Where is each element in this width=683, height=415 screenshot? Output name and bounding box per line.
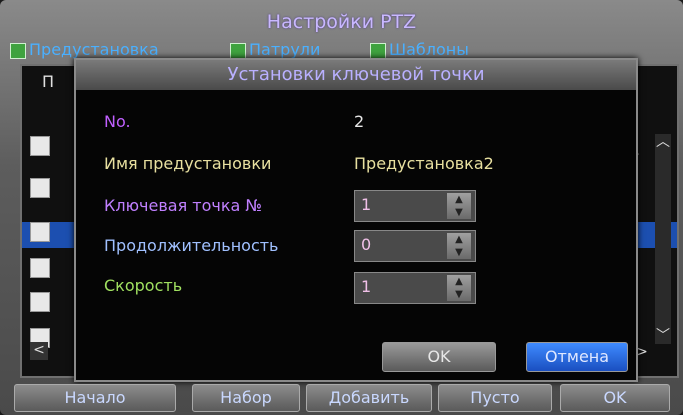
clear-button[interactable]: Пусто xyxy=(438,384,552,412)
ok-bottom-button[interactable]: OK xyxy=(560,384,670,412)
add-button[interactable]: Добавить xyxy=(306,384,432,412)
speed-spinner[interactable]: 1 ▲ ▼ xyxy=(354,272,476,304)
checkbox-icon xyxy=(230,42,246,59)
scroll-left-icon[interactable]: < xyxy=(30,342,48,360)
start-button[interactable]: Начало xyxy=(14,384,176,412)
cancel-button[interactable]: Отмена xyxy=(526,342,628,372)
duration-value: 0 xyxy=(361,235,372,254)
row-checkbox[interactable] xyxy=(30,136,50,156)
field-label-preset-name: Имя предустановки xyxy=(104,154,272,173)
ptz-settings-window: Настройки PTZ Предустановка Патрули Шабл… xyxy=(0,0,683,415)
bottom-toolbar: Начало Набор Добавить Пусто OK xyxy=(0,382,683,412)
checkbox-icon xyxy=(370,42,386,59)
row-checkbox[interactable] xyxy=(30,222,50,242)
spinner-arrows-icon[interactable]: ▲ ▼ xyxy=(447,233,471,259)
row-checkbox[interactable] xyxy=(30,178,50,198)
window-title: Настройки PTZ xyxy=(266,11,417,33)
field-label-keypoint: Ключевая точка № xyxy=(104,196,263,215)
field-value-no: 2 xyxy=(354,112,365,131)
tab-patrols-label: Патрули xyxy=(249,40,321,59)
panel-header: П xyxy=(42,72,55,91)
field-value-preset-name: Предустановка2 xyxy=(354,154,494,173)
set-button[interactable]: Набор xyxy=(192,384,300,412)
field-label-duration: Продолжительность xyxy=(104,236,279,255)
checkbox-icon xyxy=(10,42,26,59)
speed-value: 1 xyxy=(361,277,372,296)
spinner-arrows-icon[interactable]: ▲ ▼ xyxy=(447,275,471,301)
duration-spinner[interactable]: 0 ▲ ▼ xyxy=(354,230,476,262)
spinner-arrows-icon[interactable]: ▲ ▼ xyxy=(447,193,471,219)
field-label-speed: Скорость xyxy=(104,276,183,295)
scroll-down-icon[interactable]: ﹀ xyxy=(655,328,671,344)
scroll-up-icon[interactable]: ︿ xyxy=(655,134,671,150)
row-checkbox[interactable] xyxy=(30,292,50,312)
keypoint-settings-dialog: Установки ключевой точки No. 2 Имя преду… xyxy=(74,58,638,382)
vertical-scrollbar[interactable]: ︿ ﹀ xyxy=(655,134,671,344)
ok-button[interactable]: OK xyxy=(382,342,496,372)
field-label-no: No. xyxy=(104,112,131,131)
preset-rows xyxy=(22,136,62,376)
dialog-title: Установки ключевой точки xyxy=(76,60,636,90)
keypoint-value: 1 xyxy=(361,195,372,214)
tab-patterns-label: Шаблоны xyxy=(389,40,469,59)
keypoint-spinner[interactable]: 1 ▲ ▼ xyxy=(354,190,476,222)
tab-presets-label: Предустановка xyxy=(29,40,159,59)
row-checkbox[interactable] xyxy=(30,258,50,278)
